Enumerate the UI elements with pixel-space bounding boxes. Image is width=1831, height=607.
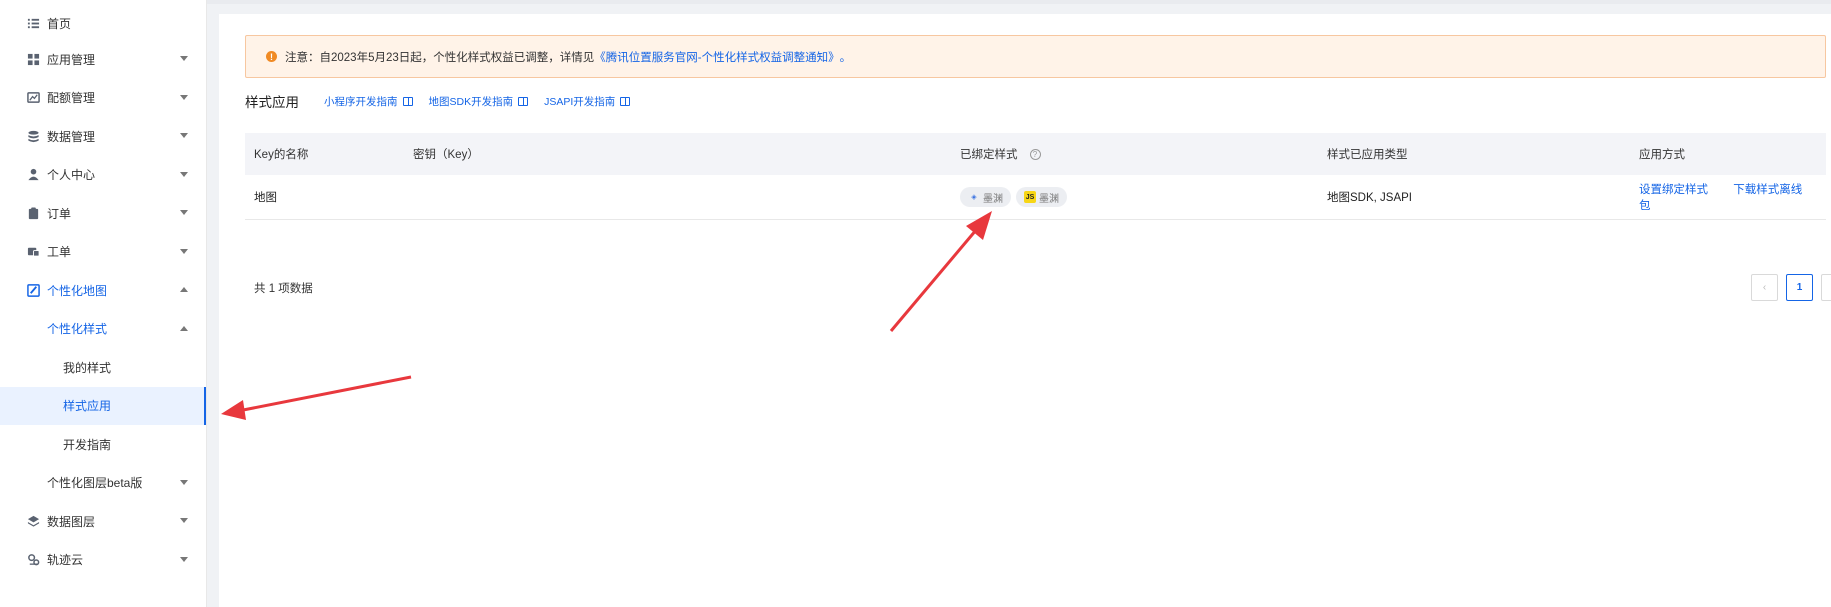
cell-applied-types: 地图SDK, JSAPI — [1327, 192, 1412, 204]
chevron-down-icon — [180, 171, 188, 177]
js-icon: JS — [1024, 191, 1036, 203]
style-chip-jsapi[interactable]: JS 墨渊 — [1016, 187, 1067, 207]
sidebar-item-data-layer[interactable]: 数据图层 — [0, 502, 206, 541]
sidebar-item-custom-map[interactable]: 个性化地图 — [0, 271, 206, 310]
sidebar-item-custom-layer-beta[interactable]: 个性化图层beta版 — [0, 464, 206, 503]
sidebar-item-label: 订单 — [47, 206, 72, 221]
sidebar-item-style-application[interactable]: 样式应用 — [0, 386, 206, 425]
col-header-key: 密钥（Key） — [413, 149, 479, 161]
sidebar-item-label: 轨迹云 — [47, 553, 84, 568]
chevron-down-icon — [180, 556, 188, 562]
ticket-icon — [26, 245, 40, 259]
list-icon — [26, 17, 40, 31]
link-label: JSAPI开发指南 — [544, 95, 616, 108]
sidebar-item-label: 配额管理 — [47, 91, 96, 106]
sidebar-item-label: 工单 — [47, 245, 72, 260]
col-header-applied-types: 样式已应用类型 — [1327, 149, 1408, 161]
cell-key-name: 地图 — [254, 192, 277, 204]
sidebar-item-orders[interactable]: 订单 — [0, 194, 206, 233]
help-icon[interactable]: ? — [1029, 148, 1041, 160]
cell-bound-styles: ◈ 墨渊 JS 墨渊 — [960, 187, 1072, 207]
sidebar-item-label: 开发指南 — [63, 437, 112, 452]
page-1-button[interactable]: 1 — [1786, 274, 1813, 301]
pagination: ‹ 1 › — [1751, 274, 1831, 301]
layers-icon — [26, 514, 40, 528]
sidebar-item-my-styles[interactable]: 我的样式 — [0, 348, 206, 387]
sidebar-item-label: 样式应用 — [63, 399, 112, 414]
next-page-button[interactable]: › — [1821, 274, 1831, 301]
sidebar-item-track-cloud[interactable]: 轨迹云 — [0, 541, 206, 580]
notice-link[interactable]: 《腾讯位置服务官网-个性化样式权益调整通知》 — [594, 49, 839, 65]
table-row: 地图 ◈ 墨渊 JS 墨渊 地图SDK, JSAPI 设置绑定样式 下载样式离线包 — [245, 175, 1826, 220]
sidebar-item-dev-guide[interactable]: 开发指南 — [0, 425, 206, 464]
sidebar-item-tickets[interactable]: 工单 — [0, 233, 206, 272]
chevron-up-icon — [180, 287, 188, 293]
link-label: 小程序开发指南 — [324, 95, 398, 108]
sidebar-item-home[interactable]: 首页 — [0, 7, 206, 40]
sidebar-item-label: 个性化样式 — [47, 322, 108, 337]
chevron-down-icon — [180, 479, 188, 485]
jsapi-guide-link[interactable]: JSAPI开发指南 — [544, 94, 631, 109]
database-icon — [26, 129, 40, 143]
clipboard-icon — [26, 206, 40, 220]
total-count: 共 1 项数据 — [254, 283, 313, 295]
chevron-down-icon — [180, 518, 188, 524]
notice-suffix: 。 — [839, 51, 852, 64]
sidebar: 首页 应用管理 配额管理 数据管理 个人中心 订单 工单 个性化地图 个性化样式 — [0, 0, 207, 607]
prev-page-button[interactable]: ‹ — [1751, 274, 1778, 301]
keys-table: Key的名称 密钥（Key） 已绑定样式? 样式已应用类型 应用方式 地图 ◈ 墨… — [245, 133, 1826, 220]
link-label: 地图SDK开发指南 — [428, 95, 514, 108]
chevron-down-icon — [180, 210, 188, 216]
warning-icon: ! — [266, 51, 277, 62]
chevron-down-icon — [180, 94, 188, 100]
sidebar-item-data-management[interactable]: 数据管理 — [0, 117, 206, 156]
main-content: ! 注意：自2023年5月23日起，个性化样式权益已调整，详情见 《腾讯位置服务… — [219, 14, 1831, 607]
cell-actions: 设置绑定样式 下载样式离线包 — [1639, 181, 1826, 213]
col-header-apply-method: 应用方式 — [1639, 149, 1685, 161]
map-edit-icon — [26, 283, 40, 297]
style-chip-miniprogram[interactable]: ◈ 墨渊 — [960, 187, 1011, 207]
table-header: Key的名称 密钥（Key） 已绑定样式? 样式已应用类型 应用方式 — [245, 133, 1826, 175]
section-header: 样式应用 小程序开发指南 地图SDK开发指南 JSAPI开发指南 — [245, 90, 646, 112]
sidebar-item-label: 数据管理 — [47, 129, 96, 144]
sidebar-item-label: 个性化图层beta版 — [47, 476, 143, 491]
col-header-bound-style: 已绑定样式? — [960, 146, 1041, 162]
top-strip — [207, 0, 1831, 4]
sidebar-item-custom-style[interactable]: 个性化样式 — [0, 310, 206, 349]
sidebar-item-label: 个人中心 — [47, 168, 96, 183]
grid-icon — [26, 52, 40, 66]
user-icon — [26, 168, 40, 182]
chip-label: 墨渊 — [983, 193, 1003, 205]
notice-banner: ! 注意：自2023年5月23日起，个性化样式权益已调整，详情见 《腾讯位置服务… — [245, 35, 1826, 78]
sidebar-item-label: 我的样式 — [63, 360, 112, 375]
sidebar-item-app-management[interactable]: 应用管理 — [0, 40, 206, 79]
miniprogram-icon: ◈ — [971, 194, 977, 201]
sidebar-item-quota-management[interactable]: 配额管理 — [0, 79, 206, 118]
sidebar-item-label: 个性化地图 — [47, 283, 108, 298]
chip-label: 墨渊 — [1039, 193, 1059, 205]
chevron-down-icon — [180, 56, 188, 62]
book-icon — [620, 96, 631, 106]
book-icon — [518, 96, 529, 106]
chart-icon — [26, 91, 40, 105]
book-icon — [402, 96, 413, 106]
notice-text: 注意：自2023年5月23日起，个性化样式权益已调整，详情见 — [285, 51, 595, 64]
set-bound-style-link[interactable]: 设置绑定样式 — [1639, 184, 1708, 196]
sidebar-item-label: 应用管理 — [47, 52, 96, 67]
chevron-down-icon — [180, 133, 188, 139]
sidebar-item-label: 数据图层 — [47, 514, 96, 529]
page-title: 样式应用 — [245, 95, 299, 110]
chevron-up-icon — [180, 325, 188, 331]
header-label: 已绑定样式 — [960, 149, 1018, 161]
track-icon — [26, 553, 40, 567]
sidebar-item-label: 首页 — [47, 17, 72, 31]
chevron-down-icon — [180, 248, 188, 254]
col-header-key-name: Key的名称 — [254, 149, 309, 161]
sidebar-item-personal-center[interactable]: 个人中心 — [0, 156, 206, 195]
map-sdk-guide-link[interactable]: 地图SDK开发指南 — [429, 94, 529, 109]
miniprogram-guide-link[interactable]: 小程序开发指南 — [324, 94, 413, 109]
